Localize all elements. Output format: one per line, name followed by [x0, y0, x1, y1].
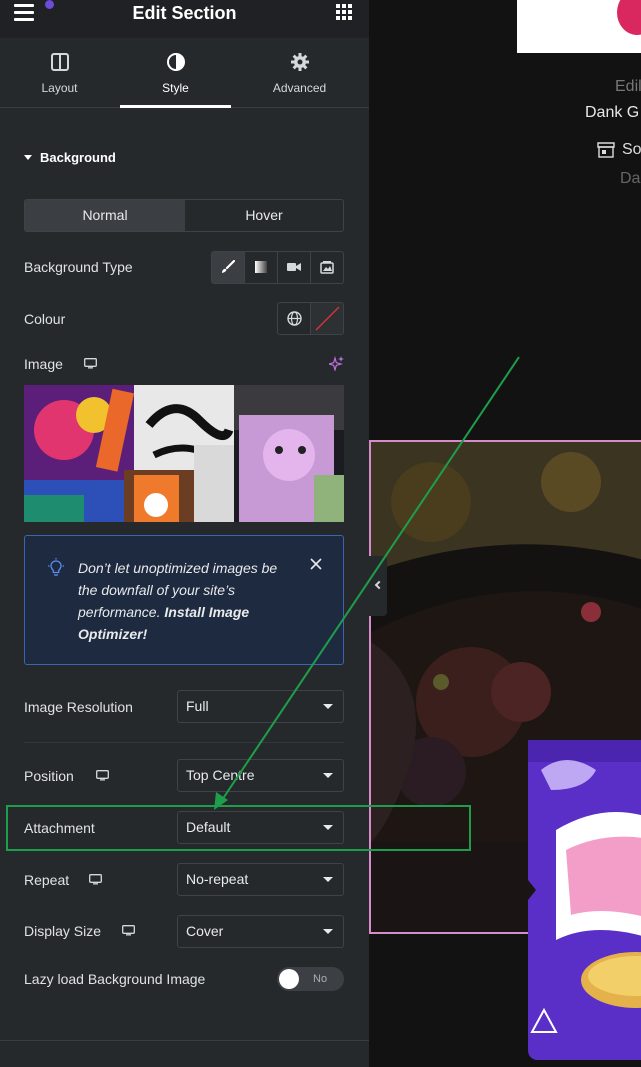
video-camera-icon[interactable] — [278, 252, 311, 283]
background-type-label: Background Type — [24, 259, 133, 275]
background-section-toggle[interactable]: Background — [24, 150, 116, 165]
normal-hover-switcher: Normal Hover — [24, 199, 344, 232]
panel-header: Edit Section — [0, 0, 369, 38]
ai-sparkle-icon[interactable] — [329, 356, 344, 371]
tab-advanced[interactable]: Advanced — [244, 38, 355, 108]
tab-label: Advanced — [272, 81, 327, 95]
tab-label: Style — [162, 81, 189, 95]
dropdown-arrow-icon — [323, 825, 333, 830]
lazy-load-label: Lazy load Background Image — [24, 971, 206, 987]
select-value: Default — [186, 819, 231, 835]
colour-control — [277, 302, 344, 335]
colour-label: Colour — [24, 311, 66, 327]
layout-icon — [4, 52, 115, 72]
attachment-label: Attachment — [24, 820, 95, 836]
switch-state-text: No — [313, 973, 328, 985]
lazy-load-switch[interactable]: No — [277, 967, 344, 991]
caret-down-icon — [24, 155, 32, 160]
background-type-group — [211, 251, 344, 284]
desktop-responsive-icon[interactable] — [89, 874, 102, 885]
display-size-label: Display Size — [24, 923, 102, 939]
gear-icon — [244, 52, 355, 72]
product-card-image[interactable] — [517, 0, 641, 53]
product-pouch-image — [528, 740, 641, 1060]
panel-tabs: Layout Style Advanced — [0, 38, 369, 108]
preview-product-name[interactable]: Dank G — [585, 104, 639, 122]
dropdown-arrow-icon — [323, 929, 333, 934]
notice-text: Don’t let unoptimized images be the down… — [78, 557, 288, 645]
select-value: No-repeat — [186, 871, 249, 887]
desktop-responsive-icon[interactable] — [122, 925, 135, 936]
preview-sub-text: Da — [620, 170, 641, 187]
select-value: Top Centre — [186, 767, 255, 783]
hover-state-button[interactable]: Hover — [185, 200, 343, 231]
preview-store-text: So — [622, 141, 641, 158]
tab-label: Layout — [41, 81, 78, 95]
image-optimizer-notice: Don’t let unoptimized images be the down… — [24, 535, 344, 665]
tab-layout[interactable]: Layout — [4, 38, 115, 108]
display-size-select[interactable]: Cover — [177, 915, 344, 948]
classic-brush-icon[interactable] — [212, 252, 245, 283]
background-image-preview[interactable] — [24, 385, 344, 522]
colour-swatch-empty[interactable] — [311, 303, 343, 334]
switch-knob — [279, 969, 299, 989]
attachment-select[interactable]: Default — [177, 811, 344, 844]
panel-title: Edit Section — [132, 3, 237, 23]
close-icon[interactable] — [310, 558, 322, 570]
select-value: Cover — [186, 923, 224, 939]
widgets-grid-icon[interactable] — [336, 4, 352, 20]
globe-icon[interactable] — [278, 303, 311, 334]
editor-panel: Edit Section Layout Style Advanced Backg… — [0, 0, 369, 1067]
chevron-left-icon — [374, 580, 384, 590]
select-value: Full — [186, 698, 209, 714]
lightbulb-icon — [48, 558, 64, 576]
store-icon — [597, 142, 615, 158]
position-select[interactable]: Top Centre — [177, 759, 344, 792]
gradient-icon[interactable] — [245, 252, 278, 283]
dropdown-arrow-icon — [323, 704, 333, 709]
image-resolution-label: Image Resolution — [24, 699, 133, 715]
dropdown-arrow-icon — [323, 877, 333, 882]
divider — [24, 742, 344, 743]
dropdown-arrow-icon — [323, 773, 333, 778]
divider — [0, 1040, 369, 1041]
desktop-responsive-icon[interactable] — [84, 358, 97, 369]
contrast-icon — [120, 52, 231, 72]
tab-style[interactable]: Style — [120, 38, 231, 108]
normal-state-button[interactable]: Normal — [25, 200, 185, 231]
image-label: Image — [24, 356, 63, 372]
image-resolution-select[interactable]: Full — [177, 690, 344, 723]
section-title: Background — [40, 150, 116, 165]
preview-small-text: Edil — [615, 78, 641, 95]
desktop-responsive-icon[interactable] — [96, 770, 109, 781]
active-tab-indicator — [120, 105, 231, 108]
position-label: Position — [24, 768, 74, 784]
slideshow-icon[interactable] — [311, 252, 343, 283]
repeat-select[interactable]: No-repeat — [177, 863, 344, 896]
collapse-panel-handle[interactable] — [369, 556, 387, 616]
repeat-label: Repeat — [24, 872, 70, 888]
